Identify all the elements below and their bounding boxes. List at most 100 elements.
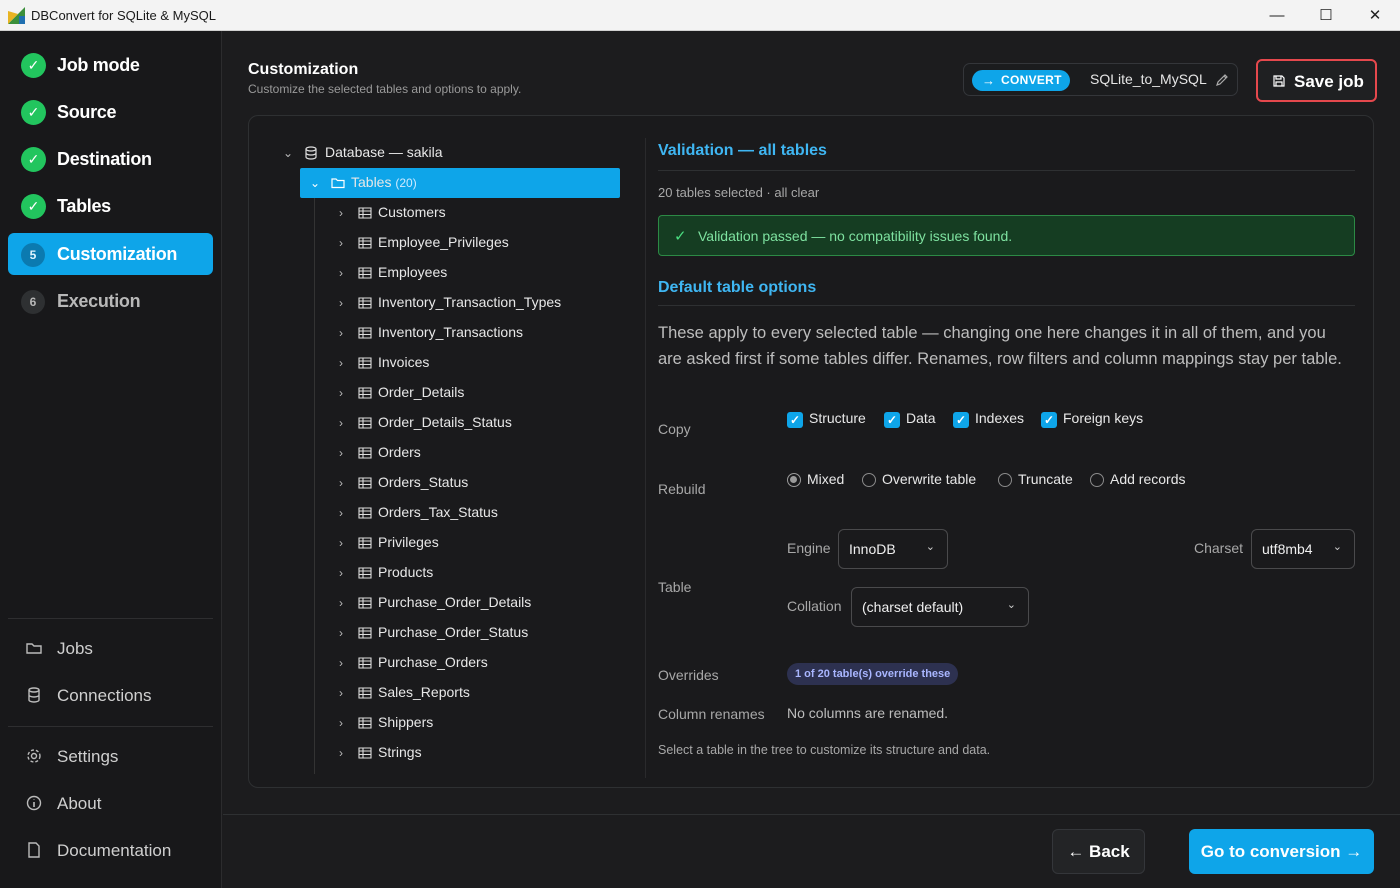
checkbox-checked-icon: ✓ bbox=[884, 412, 900, 428]
table-icon bbox=[358, 567, 372, 579]
sidebar-item-label: Jobs bbox=[57, 639, 93, 658]
chevron-down-icon[interactable]: ⌄ bbox=[308, 168, 322, 198]
table-icon bbox=[358, 387, 372, 399]
tree-table-row[interactable]: › Products bbox=[281, 558, 621, 588]
info-icon bbox=[26, 795, 42, 811]
step-source[interactable]: ✓ Source bbox=[8, 91, 213, 133]
table-icon bbox=[358, 657, 372, 669]
step-tables[interactable]: ✓ Tables bbox=[8, 185, 213, 227]
sidebar-item-documentation[interactable]: Documentation bbox=[8, 831, 213, 871]
sidebar-item-jobs[interactable]: Jobs bbox=[8, 629, 213, 669]
mode-badge: → CONVERT bbox=[972, 70, 1070, 91]
tree-table-row[interactable]: › Employees bbox=[281, 258, 621, 288]
chevron-right-icon[interactable]: › bbox=[334, 588, 348, 618]
chevron-right-icon[interactable]: › bbox=[334, 648, 348, 678]
tree-table-row[interactable]: › Orders_Status bbox=[281, 468, 621, 498]
tree-table-row[interactable]: › Customers bbox=[281, 198, 621, 228]
step-job-mode[interactable]: ✓ Job mode bbox=[8, 44, 213, 86]
document-icon bbox=[28, 842, 40, 858]
chevron-down-icon[interactable]: ⌄ bbox=[281, 138, 295, 168]
tree-table-row[interactable]: › Purchase_Order_Status bbox=[281, 618, 621, 648]
back-button[interactable]: ← Back bbox=[1052, 829, 1145, 874]
checkbox-checked-icon: ✓ bbox=[787, 412, 803, 428]
tree-table-row[interactable]: › Order_Details bbox=[281, 378, 621, 408]
chevron-right-icon[interactable]: › bbox=[334, 528, 348, 558]
chevron-right-icon[interactable]: › bbox=[334, 498, 348, 528]
tree-table-row[interactable]: › Privileges bbox=[281, 528, 621, 558]
chevron-right-icon[interactable]: › bbox=[334, 258, 348, 288]
engine-select[interactable]: InnoDB ⌄ bbox=[838, 529, 948, 569]
table-label: Table bbox=[658, 579, 692, 595]
copy-label: Copy bbox=[658, 421, 691, 437]
chevron-right-icon[interactable]: › bbox=[334, 438, 348, 468]
save-job-button[interactable]: Save job bbox=[1256, 59, 1377, 102]
chevron-right-icon[interactable]: › bbox=[334, 708, 348, 738]
collation-value: (charset default) bbox=[862, 599, 964, 615]
tree-database-node[interactable]: ⌄ Database — sakila bbox=[281, 138, 621, 168]
step-execution[interactable]: 6 Execution bbox=[8, 280, 213, 322]
chevron-right-icon[interactable]: › bbox=[334, 558, 348, 588]
tree-table-row[interactable]: › Purchase_Orders bbox=[281, 648, 621, 678]
tree-table-row[interactable]: › Sales_Reports bbox=[281, 678, 621, 708]
tree-table-row[interactable]: › Inventory_Transactions bbox=[281, 318, 621, 348]
step-destination[interactable]: ✓ Destination bbox=[8, 138, 213, 180]
sidebar-divider bbox=[8, 726, 213, 727]
tree-tables-label: Tables (20) bbox=[351, 174, 417, 190]
tree-table-label: Inventory_Transactions bbox=[378, 324, 523, 340]
radio-label: Add records bbox=[1110, 471, 1186, 487]
step-customization[interactable]: 5 Customization bbox=[8, 233, 213, 275]
tree-table-label: Strings bbox=[378, 744, 422, 760]
sidebar-item-settings[interactable]: Settings bbox=[8, 737, 213, 777]
defaults-description: These apply to every selected table — ch… bbox=[658, 324, 1342, 368]
tree-table-row[interactable]: › Employee_Privileges bbox=[281, 228, 621, 258]
table-icon bbox=[358, 537, 372, 549]
overrides-badge[interactable]: 1 of 20 table(s) override these bbox=[787, 663, 959, 685]
sidebar-item-about[interactable]: About bbox=[8, 784, 213, 824]
chevron-right-icon[interactable]: › bbox=[334, 198, 348, 228]
tree-tables-node[interactable]: ⌄ Tables (20) bbox=[300, 168, 620, 198]
tree-table-row[interactable]: › Order_Details_Status bbox=[281, 408, 621, 438]
check-icon: ✓ bbox=[21, 53, 46, 78]
tree-table-label: Privileges bbox=[378, 534, 439, 550]
chevron-right-icon[interactable]: › bbox=[334, 408, 348, 438]
validation-title: Validation — all tables bbox=[658, 142, 827, 159]
charset-select[interactable]: utf8mb4 ⌄ bbox=[1251, 529, 1355, 569]
chevron-right-icon[interactable]: › bbox=[334, 348, 348, 378]
tree-table-row[interactable]: › Strings bbox=[281, 738, 621, 768]
radio-icon bbox=[1090, 473, 1104, 487]
radio-selected-icon bbox=[787, 473, 801, 487]
chevron-right-icon[interactable]: › bbox=[334, 678, 348, 708]
tree-table-row[interactable]: › Shippers bbox=[281, 708, 621, 738]
check-icon: ✓ bbox=[21, 194, 46, 219]
collation-select[interactable]: (charset default) ⌄ bbox=[851, 587, 1029, 627]
minimize-icon[interactable]: — bbox=[1254, 0, 1300, 31]
go-to-conversion-button[interactable]: Go to conversion → bbox=[1189, 829, 1374, 874]
save-icon bbox=[1273, 75, 1285, 87]
checkbox-checked-icon: ✓ bbox=[1041, 412, 1057, 428]
tree-table-label: Purchase_Order_Status bbox=[378, 624, 529, 640]
sidebar-item-label: Settings bbox=[57, 747, 119, 766]
chevron-right-icon[interactable]: › bbox=[334, 618, 348, 648]
tree-table-row[interactable]: › Purchase_Order_Details bbox=[281, 588, 621, 618]
edit-pencil-icon[interactable] bbox=[1215, 73, 1229, 87]
table-icon bbox=[358, 207, 372, 219]
tree-table-label: Purchase_Order_Details bbox=[378, 594, 532, 610]
chevron-right-icon[interactable]: › bbox=[334, 288, 348, 318]
tree-table-row[interactable]: › Invoices bbox=[281, 348, 621, 378]
chevron-right-icon[interactable]: › bbox=[334, 318, 348, 348]
chevron-right-icon[interactable]: › bbox=[334, 378, 348, 408]
tree-table-row[interactable]: › Inventory_Transaction_Types bbox=[281, 288, 621, 318]
charset-value: utf8mb4 bbox=[1262, 541, 1313, 557]
tree-table-label: Products bbox=[378, 564, 434, 580]
chevron-right-icon[interactable]: › bbox=[334, 228, 348, 258]
sidebar-item-label: About bbox=[57, 794, 102, 813]
tree-table-row[interactable]: › Orders bbox=[281, 438, 621, 468]
sidebar-item-connections[interactable]: Connections bbox=[8, 676, 213, 716]
chevron-right-icon[interactable]: › bbox=[334, 468, 348, 498]
chevron-right-icon[interactable]: › bbox=[334, 738, 348, 768]
maximize-icon[interactable]: ☐ bbox=[1303, 0, 1349, 31]
tree-table-row[interactable]: › Orders_Tax_Status bbox=[281, 498, 621, 528]
step-label: Job mode bbox=[57, 55, 140, 75]
close-icon[interactable]: ✕ bbox=[1352, 0, 1398, 31]
step-number: 6 bbox=[21, 290, 45, 314]
